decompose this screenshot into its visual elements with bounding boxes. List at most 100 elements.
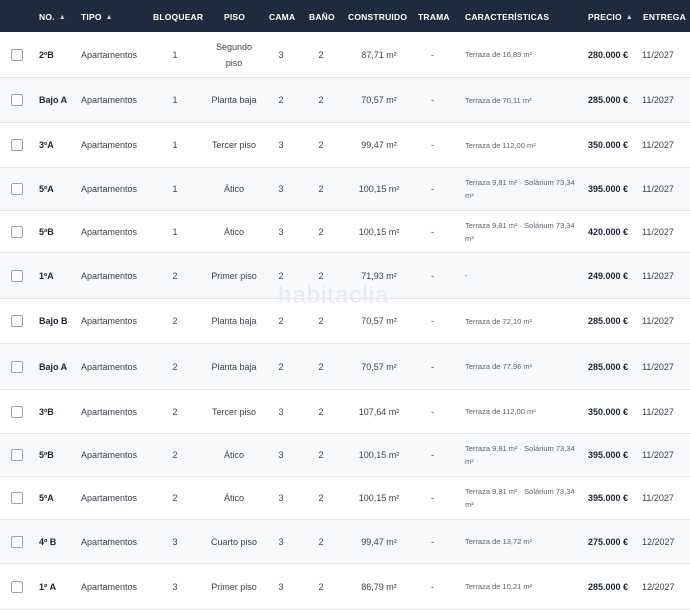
cell-cama-container: 3: [266, 123, 296, 167]
cell-no: 1º A: [39, 581, 56, 592]
cell-piso-container: Planta baja: [207, 344, 261, 389]
row-checkbox[interactable]: [11, 269, 23, 282]
table-row[interactable]: 3ºB Apartamentos 2 Tercer piso 3 2 107,64 m² - T…: [0, 390, 690, 434]
cell-bano-container: 2: [306, 344, 336, 389]
cell-cama-container: 3: [266, 32, 296, 77]
cell-trama-container: -: [415, 253, 450, 298]
cell-construido-container: 107,64 m²: [345, 390, 413, 433]
cell-construido-container: 71,93 m²: [345, 253, 413, 298]
cell-caracteristicas-container: Terraza de 112,00 m²: [465, 123, 575, 167]
row-checkbox[interactable]: [11, 315, 23, 327]
cell-no-container: 4º B: [39, 520, 75, 563]
cell-trama-container: -: [415, 434, 450, 476]
cell-bano: 2: [318, 406, 324, 417]
cell-entrega-container: 11/2027: [642, 32, 686, 77]
column-header-caracteristicas[interactable]: CARACTERÍSTICAS: [465, 0, 549, 32]
column-header-tipo[interactable]: TIPO ▲: [81, 0, 113, 32]
table-row[interactable]: Bajo A Apartamentos 2 Planta baja 2 2 70,57 m²…: [0, 344, 690, 390]
table-row[interactable]: 4º B Apartamentos 3 Cuarto piso 3 2 99,47 m² - T…: [0, 520, 690, 564]
cell-trama: -: [431, 49, 434, 60]
cell-precio: 275.000 €: [587, 536, 628, 547]
cell-precio-container: 285.000 €: [570, 344, 628, 389]
cell-tipo-container: Apartamentos: [81, 390, 156, 433]
row-select-cell: [0, 32, 34, 77]
cell-entrega-container: 11/2027: [642, 211, 686, 252]
table-row[interactable]: 5ºA Apartamentos 2 Ático 3 2 100,15 m² - Terraza…: [0, 477, 690, 520]
row-checkbox[interactable]: [11, 449, 23, 461]
column-header-bloquear[interactable]: BLOQUEAR: [153, 0, 203, 32]
cell-trama-container: -: [415, 211, 450, 252]
cell-bano-container: 2: [306, 434, 336, 476]
cell-precio: 285.000 €: [587, 361, 628, 372]
cell-caracteristicas: Terraza de 77,96 m²: [465, 362, 533, 371]
cell-entrega-container: 11/2027: [642, 168, 686, 210]
row-checkbox[interactable]: [11, 405, 23, 418]
cell-piso-container: Tercer piso: [207, 390, 261, 433]
cell-caracteristicas: -: [465, 271, 468, 280]
cell-bano-container: 2: [306, 520, 336, 563]
cell-tipo: Apartamentos: [81, 49, 138, 60]
cell-bano-container: 2: [306, 477, 336, 519]
cell-precio: 395.000 €: [587, 450, 628, 460]
cell-cama-container: 3: [266, 390, 296, 433]
table-row[interactable]: 1ºA Apartamentos 2 Primer piso 2 2 71,93 m² - - 2…: [0, 253, 690, 299]
table-row[interactable]: 5ºB Apartamentos 1 Ático 3 2 100,15 m² - Terraza…: [0, 211, 690, 253]
row-checkbox[interactable]: [11, 225, 23, 238]
cell-cama: 3: [278, 450, 284, 460]
cell-bloquear-container: 1: [150, 211, 200, 252]
table-row[interactable]: 1º A Apartamentos 3 Primer piso 3 2 86,79 m² - T…: [0, 564, 690, 610]
row-checkbox[interactable]: [11, 360, 23, 373]
cell-bloquear: 2: [172, 493, 178, 503]
cell-construido-container: 70,57 m²: [345, 344, 413, 389]
cell-construido: 100,15 m²: [358, 450, 400, 460]
cell-entrega: 11/2027: [642, 49, 674, 60]
column-header-cama[interactable]: CAMA: [269, 0, 295, 32]
column-header-precio[interactable]: PRECIO ▲: [588, 0, 633, 32]
column-header-no[interactable]: NO. ▲: [39, 0, 66, 32]
row-checkbox[interactable]: [11, 580, 23, 593]
cell-entrega: 12/2027: [642, 581, 675, 592]
cell-entrega: 12/2027: [642, 536, 675, 547]
column-header-construido[interactable]: CONSTRUIDO: [348, 0, 407, 32]
cell-piso-container: Primer piso: [207, 253, 261, 298]
cell-trama: -: [431, 226, 434, 237]
cell-cama: 3: [278, 536, 284, 547]
table-row[interactable]: Bajo B Apartamentos 2 Planta baja 2 2 70,57 m²…: [0, 299, 690, 344]
cell-bloquear-container: 1: [150, 78, 200, 122]
cell-bano: 2: [318, 361, 324, 372]
cell-piso-container: Segundo piso: [207, 32, 261, 77]
cell-cama: 3: [278, 226, 284, 237]
cell-caracteristicas: Terraza 9,81 m² · Solárium 73,34 m²: [465, 444, 575, 466]
row-checkbox[interactable]: [11, 48, 23, 61]
column-header-trama[interactable]: TRAMA: [418, 0, 450, 32]
table-row[interactable]: Bajo A Apartamentos 1 Planta baja 2 2 70,57 m²…: [0, 78, 690, 123]
cell-no: Bajo B: [39, 316, 68, 326]
cell-bloquear-container: 2: [150, 253, 200, 298]
cell-bano-container: 2: [306, 390, 336, 433]
cell-cama-container: 2: [266, 253, 296, 298]
cell-piso-container: Planta baja: [207, 299, 261, 343]
cell-no: 5ºB: [39, 450, 54, 460]
cell-bloquear: 1: [172, 95, 178, 105]
table-row[interactable]: 3ºA Apartamentos 1 Tercer piso 3 2 99,47 m² - Te…: [0, 123, 690, 168]
row-checkbox[interactable]: [11, 183, 23, 195]
cell-caracteristicas: Terraza 9,81 m² · Solárium 73,34 m²: [465, 487, 575, 509]
row-checkbox[interactable]: [11, 492, 23, 504]
column-header-tipo-label: TIPO: [81, 12, 102, 22]
column-header-piso[interactable]: PISO: [224, 0, 245, 32]
row-checkbox[interactable]: [11, 139, 23, 151]
table-row[interactable]: 2ºB Apartamentos 1 Segundo piso 3 2 87,71 m² - T…: [0, 32, 690, 78]
cell-cama-container: 3: [266, 211, 296, 252]
cell-construido-container: 86,79 m²: [345, 564, 413, 609]
column-header-bano[interactable]: BAÑO: [309, 0, 335, 32]
row-checkbox[interactable]: [11, 94, 23, 106]
column-header-entrega[interactable]: ENTREGA: [643, 0, 686, 32]
cell-no-container: 1º A: [39, 564, 75, 609]
row-checkbox[interactable]: [11, 535, 23, 548]
cell-construido: 70,57 m²: [361, 361, 397, 372]
table-row[interactable]: 5ºB Apartamentos 2 Ático 3 2 100,15 m² - Terraza…: [0, 434, 690, 477]
cell-caracteristicas-container: Terraza de 10,21 m²: [465, 564, 575, 609]
cell-bano-container: 2: [306, 299, 336, 343]
cell-entrega-container: 11/2027: [642, 344, 686, 389]
table-row[interactable]: 5ºA Apartamentos 1 Ático 3 2 100,15 m² - Terraza…: [0, 168, 690, 211]
